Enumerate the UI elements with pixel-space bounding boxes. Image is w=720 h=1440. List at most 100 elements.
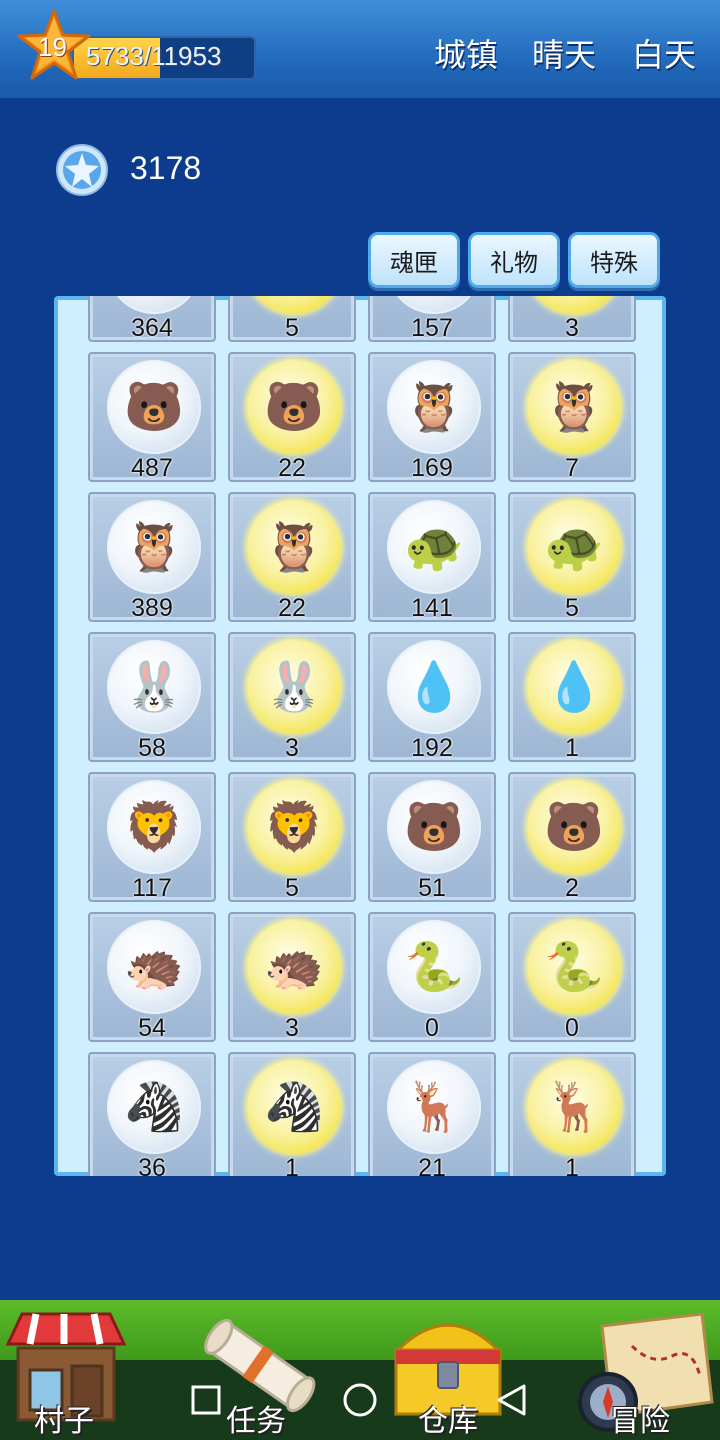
slot-count: 2 [565,874,579,902]
bear-icon: 🐻 [387,296,481,314]
lion-icon: 🦁 [264,799,324,855]
tab-gifts[interactable]: 礼物 [468,232,560,288]
inventory-slot[interactable]: 🦓 1 [228,1052,356,1176]
slot-count: 21 [418,1154,446,1176]
inventory-slot[interactable]: 🐻 487 [88,352,216,482]
inventory-slot[interactable]: 🦉 22 [228,492,356,622]
gold-soul-bubble: 🐻 [247,296,341,314]
triangle-back-icon[interactable] [494,1382,528,1418]
inventory-slot[interactable]: 💧 192 [368,632,496,762]
inventory-slot[interactable]: 🐍 0 [508,912,636,1042]
owl-icon: 🦉 [404,379,464,435]
armadillo-icon: 🦔 [124,939,184,995]
inventory-slot[interactable]: 🐰 58 [88,632,216,762]
slot-count: 1 [565,734,579,762]
soul-bubble: 🐢 [387,500,481,594]
slot-count: 54 [138,1014,166,1042]
inventory-slot[interactable]: 🐻 51 [368,772,496,902]
gold-soul-bubble: 🦁 [247,780,341,874]
rabbit-icon: 🐰 [264,659,324,715]
nav-village-label[interactable]: 村子 [34,1396,94,1440]
inventory-slot[interactable]: 💧 1 [508,632,636,762]
bear-icon: 🐻 [264,379,324,435]
soul-bubble: 🐰 [107,640,201,734]
deer-icon: 🦌 [544,1079,604,1135]
bear-icon: 🐻 [107,296,201,314]
inventory-slot[interactable]: 🦌 21 [368,1052,496,1176]
slot-count: 192 [411,734,453,762]
nav-tasks-label[interactable]: 任务 [226,1396,286,1440]
inventory-slot[interactable]: 🦓 36 [88,1052,216,1176]
slot-count: 22 [278,454,306,482]
inventory-slot[interactable]: 🦉 389 [88,492,216,622]
inventory-slot[interactable]: 🐻 2 [508,772,636,902]
inventory-slot[interactable]: 🐻 22 [228,352,356,482]
deer-icon: 🦌 [404,1079,464,1135]
snake-icon: 🐍 [404,939,464,995]
circle-home-icon[interactable] [342,1382,378,1418]
bear-icon: 🐻 [247,296,341,314]
turtle-icon: 🐢 [544,519,604,575]
slot-count: 36 [138,1154,166,1176]
gold-soul-bubble: 🐍 [527,920,621,1014]
inventory-grid[interactable]: 🐻364🐻5🐻157🐻3🐻487🐻22🦉169🦉7🦉389🦉22🐢141🐢5🐰5… [62,296,656,1176]
time-of-day-label[interactable]: 白天 [632,30,696,76]
inventory-slot[interactable]: 🐍 0 [368,912,496,1042]
inventory-slot[interactable]: 🦌 1 [508,1052,636,1176]
player-level: 19 [38,32,67,62]
soul-bubble: 🦉 [107,500,201,594]
cub-icon: 🐻 [544,799,604,855]
inventory-slot[interactable]: 🐻364 [88,296,216,342]
gold-soul-bubble: 🐻 [527,780,621,874]
soul-bubble: 🦓 [107,1060,201,1154]
bear-icon: 🐻 [527,296,621,314]
soul-bubble: 🦔 [107,920,201,1014]
inventory-slot[interactable]: 🐻157 [368,296,496,342]
inventory-slot[interactable]: 🦉 169 [368,352,496,482]
gold-soul-bubble: 🦌 [527,1060,621,1154]
tab-special[interactable]: 特殊 [568,232,660,288]
square-recents-icon[interactable] [190,1384,222,1416]
tab-soul-box[interactable]: 魂匣 [368,232,460,288]
inventory-slot[interactable]: 🐰 3 [228,632,356,762]
slot-count: 0 [425,1014,439,1042]
snake-icon: 🐍 [544,939,604,995]
soul-bubble: 🐻 [387,296,481,314]
turtle-icon: 🐢 [404,519,464,575]
soul-bubble: 🐻 [387,780,481,874]
inventory-slot[interactable]: 🐢 5 [508,492,636,622]
inventory-slot[interactable]: 🐻5 [228,296,356,342]
spirit-icon: 💧 [544,659,604,715]
slot-count: 22 [278,594,306,622]
soul-bubble: 🦉 [387,360,481,454]
nav-adventure-label[interactable]: 冒险 [610,1396,670,1440]
inventory-slot[interactable]: 🦁 117 [88,772,216,902]
owl-icon: 🦉 [544,379,604,435]
slot-count: 1 [565,1154,579,1176]
inventory-slot[interactable]: 🦁 5 [228,772,356,902]
slot-count: 3 [285,734,299,762]
slot-count: 5 [285,874,299,902]
inventory-slot[interactable]: 🐢 141 [368,492,496,622]
soul-bubble: 🦁 [107,780,201,874]
gold-soul-bubble: 🦓 [247,1060,341,1154]
inventory-slot[interactable]: 🐻3 [508,296,636,342]
zebra-icon: 🦓 [264,1079,324,1135]
armadillo-icon: 🦔 [264,939,324,995]
inventory-slot[interactable]: 🦔 3 [228,912,356,1042]
rabbit-icon: 🐰 [124,659,184,715]
nav-warehouse-label[interactable]: 仓库 [418,1396,478,1440]
lion-icon: 🦁 [124,799,184,855]
gold-soul-bubble: 🐻 [247,360,341,454]
weather-label[interactable]: 晴天 [532,30,596,76]
gold-soul-bubble: 🐰 [247,640,341,734]
inventory-slot[interactable]: 🦔 54 [88,912,216,1042]
slot-count: 3 [285,1014,299,1042]
gold-soul-bubble: 🦉 [527,360,621,454]
inventory-slot[interactable]: 🦉 7 [508,352,636,482]
gold-soul-bubble: 💧 [527,640,621,734]
location-label[interactable]: 城镇 [434,30,498,76]
slot-count: 487 [131,454,173,482]
soul-bubble: 🐻 [107,360,201,454]
slot-count: 141 [411,594,453,622]
